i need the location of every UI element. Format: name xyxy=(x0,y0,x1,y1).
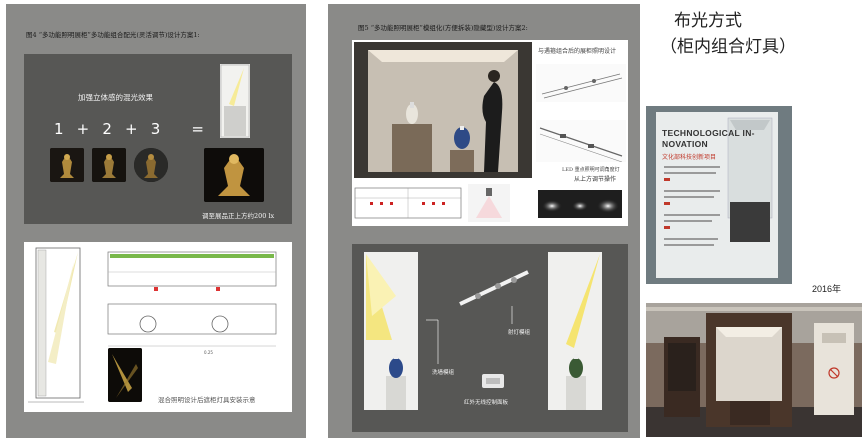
poster-heading-1: TECHNOLOGICAL IN- xyxy=(662,128,755,138)
right-title-line2: （柜内组合灯具） xyxy=(660,37,796,57)
effect-label: 加强立体感的混光效果 xyxy=(78,93,153,102)
middle-design-panel: 图5 “多功能照明展柜”模组化(方便拆装)隐藏型)设计方案2: 与遇箍组合后的展… xyxy=(328,4,640,438)
poster-heading-2: NOVATION xyxy=(662,139,708,149)
module-board: 洗墙模组 射灯模组 红外无线控制面板 xyxy=(352,244,628,432)
formula-plus-2: + xyxy=(125,120,138,138)
light-spot-tiles xyxy=(538,190,622,218)
showcase-photo xyxy=(354,42,532,178)
lux-note: 调至展品正上方约200 lx xyxy=(202,212,275,220)
fixture-sketch-bottom xyxy=(536,120,626,162)
fixture-sketch-top xyxy=(536,64,626,102)
formula-term-3: 3 xyxy=(150,120,161,138)
section-plan xyxy=(354,187,462,219)
beam-sketch xyxy=(468,184,510,222)
cabinet-section-drawing: 8.50 0.25 xyxy=(28,247,277,403)
install-photo xyxy=(108,348,142,402)
statue-photo-large xyxy=(204,148,264,202)
year-label: 2016年 xyxy=(812,284,842,294)
formula-plus-1: + xyxy=(76,120,90,138)
wash-label: 洗墙模组 xyxy=(432,370,455,376)
exhibition-poster-photo: TECHNOLOGICAL IN- NOVATION 文化部科技创新项目 xyxy=(646,106,792,284)
formula-equals: = xyxy=(191,120,204,138)
svg-text:0.25: 0.25 xyxy=(204,350,213,355)
install-caption: 混合照明设计后遮柜灯具安装示意 xyxy=(158,396,256,404)
mixed-light-board: 加强立体感的混光效果 1 + 2 + 3 = 调至展品正上方约200 lx xyxy=(24,54,292,224)
statue-thumb-2 xyxy=(92,148,126,182)
statue-thumb-3 xyxy=(134,148,168,182)
spot-label: 射灯模组 xyxy=(508,330,531,336)
technical-drawing-board: 8.50 0.25 混合照明设计后遮柜灯具安装示意 xyxy=(24,242,292,412)
fig4-title: 图4 “多功能照明展柜”多功能组合配光(灵活调节)设计方案1: xyxy=(26,31,200,39)
formula-term-2: 2 xyxy=(102,120,112,138)
left-design-panel: 图4 “多功能照明展柜”多功能组合配光(灵活调节)设计方案1: 加强立体感的混光… xyxy=(6,4,306,438)
led-note-2: 从上方调节操作 xyxy=(574,176,617,183)
poster-cn-title: 文化部科技创新项目 xyxy=(662,154,717,161)
right-title-line1: 布光方式 xyxy=(674,11,742,31)
led-note-1: LED 重点照明可调角度灯 xyxy=(562,167,620,173)
exhibition-booth-photo xyxy=(646,303,862,437)
showcase-light-sketch xyxy=(220,64,250,138)
ir-label: 红外无线控制面板 xyxy=(464,400,509,406)
showcase-photo-board: 与遇箍组合后的展柜照明设计 LED 重点照明可调角度灯 从上方调节操作 xyxy=(352,40,628,226)
formula-row: 1 + 2 + 3 = xyxy=(54,120,204,138)
statue-thumb-1 xyxy=(50,148,84,182)
fig5-title: 图5 “多功能照明展柜”模组化(方便拆装)隐藏型)设计方案2: xyxy=(358,24,528,32)
formula-term-1: 1 xyxy=(54,120,64,138)
combo-note: 与遇箍组合后的展柜照明设计 xyxy=(538,48,617,55)
